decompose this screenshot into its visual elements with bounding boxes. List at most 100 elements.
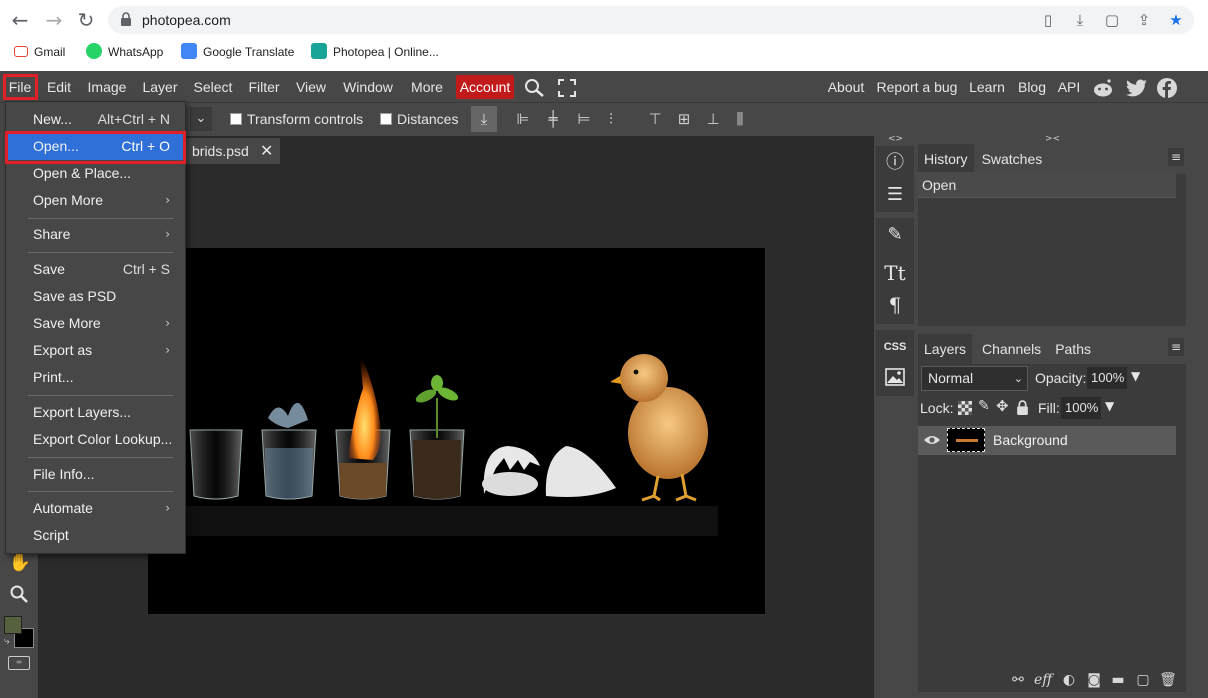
brush-icon[interactable]: ✎	[876, 220, 914, 250]
adjustments-icon[interactable]: ☰	[876, 180, 914, 210]
opacity-dropdown-icon[interactable]: ▼	[1131, 369, 1140, 383]
lock-move-icon[interactable]: ✥	[996, 397, 1009, 415]
menu-item-automate[interactable]: Automate ›	[5, 495, 186, 522]
search-icon[interactable]	[524, 78, 546, 98]
install-icon[interactable]: ⤓	[1071, 11, 1089, 29]
document-canvas[interactable]	[148, 248, 765, 614]
link-api[interactable]: API	[1056, 71, 1082, 103]
image-icon[interactable]	[885, 368, 905, 386]
swap-colors-icon[interactable]: ⤷	[4, 636, 10, 647]
link-layers-icon[interactable]: ⚯	[1009, 671, 1027, 689]
account-button[interactable]: Account	[456, 75, 514, 99]
link-learn[interactable]: Learn	[966, 71, 1008, 103]
menu-item-file-info[interactable]: File Info...	[5, 461, 186, 488]
mask-icon[interactable]: ◙	[1085, 671, 1103, 689]
link-report-bug[interactable]: Report a bug	[876, 71, 958, 103]
effects-icon[interactable]: eff	[1034, 671, 1052, 689]
align-center-h-icon[interactable]: ╪	[542, 108, 564, 130]
panel-menu-icon[interactable]: ≡	[1168, 148, 1184, 166]
align-right-icon[interactable]: ⊨	[573, 108, 595, 130]
distribute-v-icon[interactable]: ⫼	[729, 108, 751, 130]
star-icon[interactable]: ★	[1167, 11, 1185, 29]
align-top-icon[interactable]: ⊤	[644, 108, 666, 130]
menu-layer[interactable]: Layer	[140, 71, 180, 103]
twitter-icon[interactable]	[1126, 79, 1148, 97]
distribute-h-icon[interactable]: ⫶	[600, 108, 622, 130]
forward-icon[interactable]: →	[42, 8, 66, 32]
hand-tool-icon[interactable]: ✋	[8, 552, 32, 574]
link-about[interactable]: About	[824, 71, 868, 103]
new-layer-icon[interactable]: ▢	[1134, 671, 1152, 689]
menu-window[interactable]: Window	[340, 71, 396, 103]
menu-item-export-color-lookup[interactable]: Export Color Lookup...	[5, 426, 186, 453]
tab-history[interactable]: History	[918, 144, 974, 174]
tab-layers[interactable]: Layers	[918, 334, 973, 364]
lock-transparency-icon[interactable]	[958, 401, 972, 415]
panel-menu-icon[interactable]: ≡	[1168, 338, 1184, 356]
fill-dropdown-icon[interactable]: ▼	[1105, 399, 1114, 413]
menu-select[interactable]: Select	[192, 71, 234, 103]
lock-all-icon[interactable]	[1016, 400, 1029, 415]
menu-filter[interactable]: Filter	[246, 71, 282, 103]
delete-layer-icon[interactable]: 🗑	[1159, 671, 1177, 689]
back-icon[interactable]: ←	[8, 8, 32, 32]
blend-mode-select[interactable]: Normal ⌄	[921, 366, 1028, 391]
bookmark-google-translate[interactable]: Google Translate	[181, 43, 294, 61]
bookmark-gmail[interactable]: Gmail	[14, 43, 65, 61]
layer-name[interactable]: Background	[993, 432, 1068, 448]
tab-search-icon[interactable]: ▯	[1039, 11, 1057, 29]
layer-thumbnail[interactable]	[947, 428, 985, 452]
fullscreen-icon[interactable]	[558, 79, 576, 97]
align-bottom-icon[interactable]: ⊥	[702, 108, 724, 130]
checkbox-box[interactable]	[380, 113, 392, 125]
bookmark-whatsapp[interactable]: WhatsApp	[86, 43, 163, 61]
history-entry[interactable]: Open	[918, 172, 1176, 198]
menu-edit[interactable]: Edit	[44, 71, 74, 103]
transform-controls-checkbox[interactable]: Transform controls	[230, 110, 363, 128]
menu-more[interactable]: More	[408, 71, 446, 103]
bookmark-photopea[interactable]: Photopea | Online...	[311, 43, 439, 61]
adjustment-layer-icon[interactable]: ◐	[1060, 671, 1078, 689]
menu-view[interactable]: View	[294, 71, 328, 103]
lock-paint-icon[interactable]: ✎	[978, 398, 990, 414]
align-middle-icon[interactable]: ⊞	[673, 108, 695, 130]
menu-item-share[interactable]: Share ›	[5, 221, 186, 248]
checkbox-box[interactable]	[230, 113, 242, 125]
keyboard-icon[interactable]: ⌨	[8, 656, 30, 670]
menu-item-save[interactable]: Save Ctrl + S	[5, 256, 186, 283]
menu-item-new[interactable]: New... Alt+Ctrl + N	[5, 106, 186, 133]
menu-item-open-place[interactable]: Open & Place...	[5, 160, 186, 187]
distances-checkbox[interactable]: Distances	[380, 110, 458, 128]
menu-item-save-psd[interactable]: Save as PSD	[5, 283, 186, 310]
menu-item-export-as[interactable]: Export as ›	[5, 337, 186, 364]
css-icon[interactable]: CSS	[876, 332, 914, 362]
tab-paths[interactable]: Paths	[1049, 334, 1097, 364]
tab-channels[interactable]: Channels	[976, 334, 1047, 364]
align-left-icon[interactable]: ⊫	[512, 108, 534, 130]
folder-icon[interactable]: ▬	[1109, 671, 1127, 689]
reload-icon[interactable]: ↻	[74, 8, 98, 32]
address-bar[interactable]	[108, 6, 1194, 34]
share-icon[interactable]: ⇪	[1135, 11, 1153, 29]
opacity-input[interactable]: 100%	[1087, 367, 1127, 389]
menu-image[interactable]: Image	[86, 71, 128, 103]
character-icon[interactable]: Tt	[876, 258, 914, 288]
expand-arrows-icon[interactable]: ><	[1045, 134, 1060, 144]
zoom-tool-icon[interactable]	[9, 584, 29, 604]
menu-item-print[interactable]: Print...	[5, 364, 186, 391]
page-icon[interactable]: ▢	[1103, 11, 1121, 29]
facebook-icon[interactable]	[1157, 78, 1177, 98]
foreground-color-swatch[interactable]	[4, 616, 22, 634]
paragraph-icon[interactable]: ¶	[876, 290, 914, 320]
fill-input[interactable]: 100%	[1061, 397, 1101, 419]
menu-item-script[interactable]: Script	[5, 522, 186, 549]
tab-swatches[interactable]: Swatches	[976, 144, 1049, 174]
download-icon[interactable]: ⤓	[471, 106, 497, 132]
info-icon[interactable]: ⓘ	[876, 148, 914, 178]
collapse-arrows-icon[interactable]: <>	[888, 134, 903, 144]
eye-icon[interactable]	[923, 434, 941, 446]
menu-item-export-layers[interactable]: Export Layers...	[5, 399, 186, 426]
close-icon[interactable]: ✕	[260, 138, 276, 164]
link-blog[interactable]: Blog	[1016, 71, 1048, 103]
menu-item-save-more[interactable]: Save More ›	[5, 310, 186, 337]
